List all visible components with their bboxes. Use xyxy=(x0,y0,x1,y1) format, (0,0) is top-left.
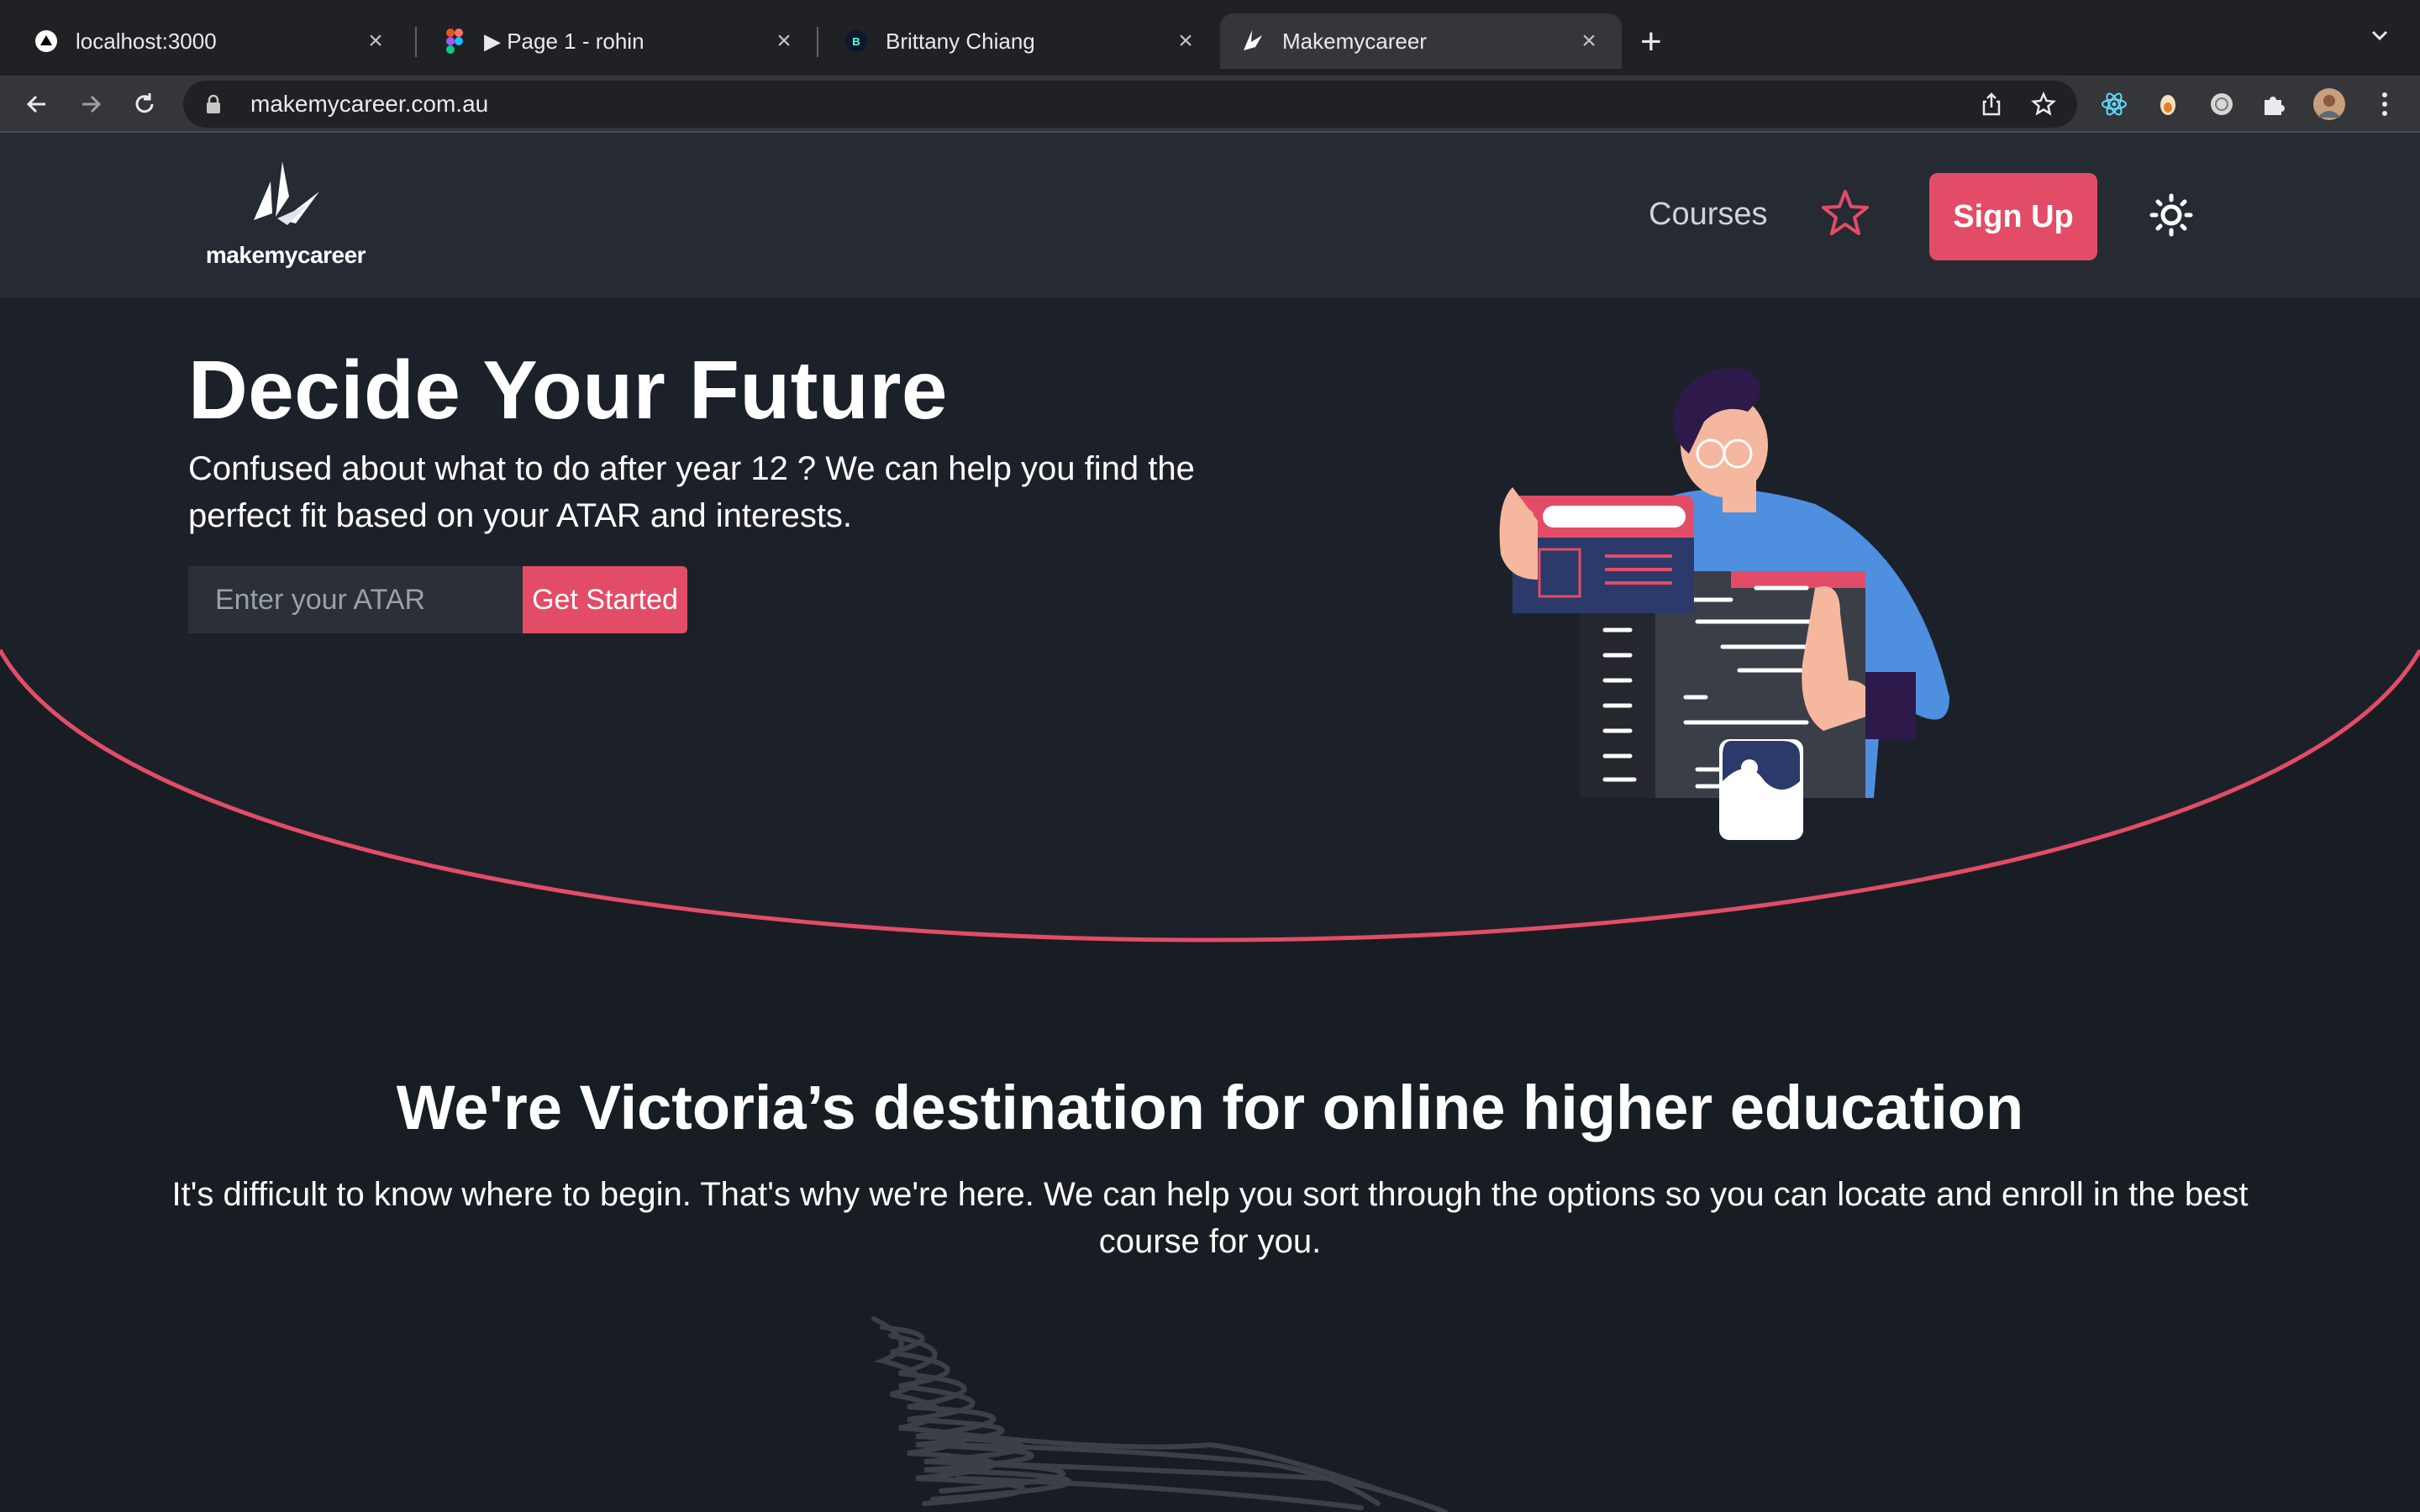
makemycareer-icon xyxy=(1240,29,1265,54)
profile-avatar[interactable] xyxy=(2312,87,2346,121)
tab-title: Brittany Chiang xyxy=(886,28,1035,54)
url-text: makemycareer.com.au xyxy=(250,91,489,117)
site-logo[interactable]: makemycareer xyxy=(202,158,370,276)
react-devtools-icon[interactable] xyxy=(2097,87,2131,121)
tab-separator xyxy=(415,27,417,57)
close-tab-icon[interactable]: × xyxy=(771,27,797,55)
address-bar[interactable]: makemycareer.com.au xyxy=(183,81,2077,128)
section-title: We're Victoria’s destination for online … xyxy=(396,1073,2024,1142)
browser-tab-localhost[interactable]: localhost:3000 × xyxy=(13,13,408,69)
hero-subtitle: Confused about what to do after year 12 … xyxy=(188,450,1195,534)
figma-icon xyxy=(442,29,467,54)
share-icon[interactable] xyxy=(1971,84,2012,124)
extension-egg-icon[interactable] xyxy=(2151,87,2185,121)
reload-icon[interactable] xyxy=(124,84,165,124)
favorites-star-icon[interactable] xyxy=(1818,186,1872,240)
hero-title: Decide Your Future xyxy=(188,344,948,436)
tab-title: localhost:3000 xyxy=(76,28,217,54)
back-arrow-icon[interactable] xyxy=(17,84,57,124)
close-tab-icon[interactable]: × xyxy=(363,27,388,55)
get-started-button[interactable]: Get Started xyxy=(523,566,687,633)
tab-title: Makemycareer xyxy=(1282,28,1427,54)
tab-separator xyxy=(817,27,818,57)
tab-title: ▶ Page 1 - rohin xyxy=(484,28,644,54)
scribble-decoration xyxy=(871,1316,1448,1512)
new-tab-button[interactable]: + xyxy=(1640,18,1662,66)
section-subtitle: It's difficult to know where to begin. T… xyxy=(171,1176,2249,1260)
atar-input[interactable] xyxy=(188,566,523,633)
chevron-down-icon[interactable] xyxy=(2368,24,2391,51)
nav-link-courses[interactable]: Courses xyxy=(1649,197,1768,233)
kebab-menu-icon[interactable] xyxy=(2368,87,2402,121)
browser-tab-figma[interactable]: ▶ Page 1 - rohin × xyxy=(422,13,817,69)
developer-illustration xyxy=(1499,368,1949,840)
browser-tab-makemycareer[interactable]: Makemycareer × xyxy=(1220,13,1622,69)
bookmark-star-icon[interactable] xyxy=(2023,84,2064,124)
logo-text: makemycareer xyxy=(205,242,366,268)
b-logo-icon: B xyxy=(844,29,869,54)
sign-up-button[interactable]: Sign Up xyxy=(1929,173,2097,260)
lock-icon xyxy=(205,94,230,114)
browser-toolbar: makemycareer.com.au xyxy=(0,76,2420,133)
extension-badge-icon[interactable] xyxy=(2205,87,2238,121)
close-tab-icon[interactable]: × xyxy=(1576,27,1602,55)
makemycareer-logo-icon xyxy=(254,161,319,225)
sun-theme-toggle-icon[interactable] xyxy=(2149,193,2193,237)
puzzle-extensions-icon[interactable] xyxy=(2257,87,2291,121)
atar-form: Get Started xyxy=(188,566,687,633)
browser-tab-brittany[interactable]: B Brittany Chiang × xyxy=(823,13,1218,69)
forward-arrow-icon[interactable] xyxy=(71,84,111,124)
svg-text:B: B xyxy=(852,35,860,48)
vercel-triangle-icon xyxy=(34,29,59,54)
site-navbar: makemycareer Courses Sign Up xyxy=(0,133,2420,297)
browser-tab-strip: localhost:3000 × ▶ Page 1 - rohin × B Br… xyxy=(0,0,2420,76)
close-tab-icon[interactable]: × xyxy=(1173,27,1198,55)
